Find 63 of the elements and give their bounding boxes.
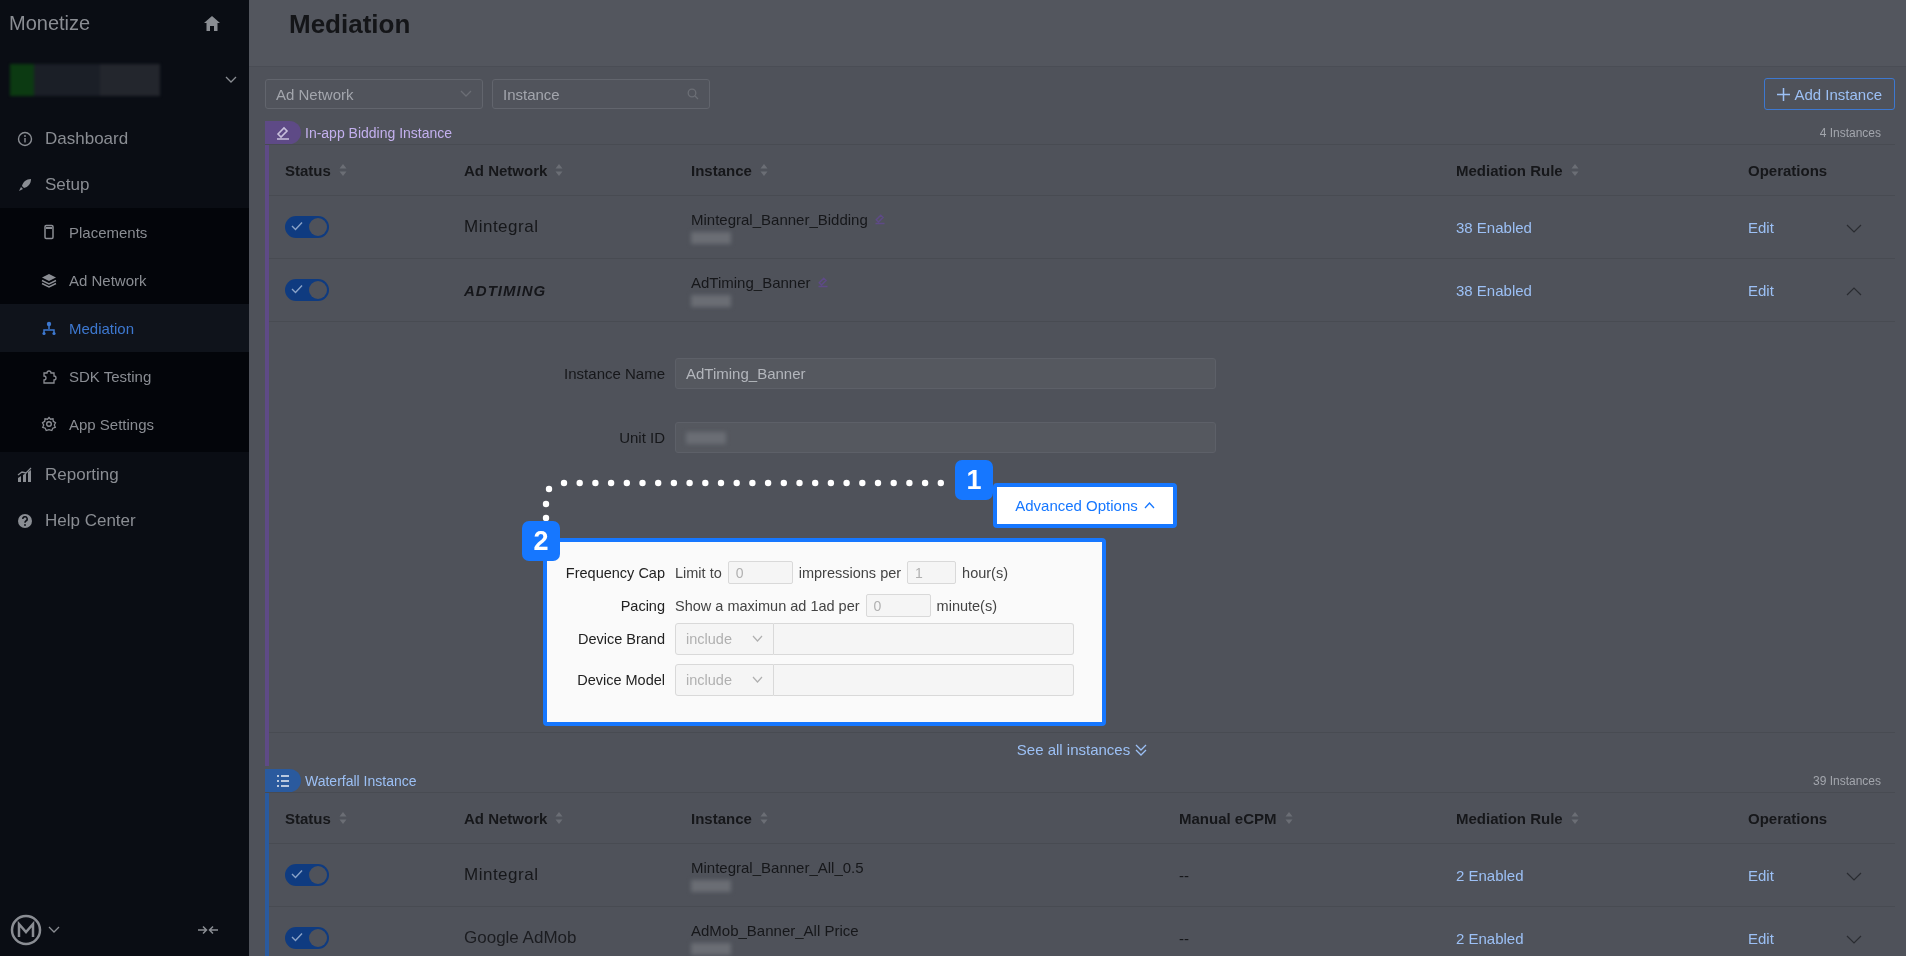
option-text: Show a maximun ad 1ad per	[675, 597, 860, 614]
option-label: Pacing	[619, 597, 665, 614]
ecpm-value: --	[1179, 929, 1189, 947]
mediation-rule-link[interactable]: 38 Enabled	[1456, 281, 1532, 299]
network-logo: Mintegral	[464, 217, 539, 236]
column-header[interactable]: Ad Network	[464, 809, 548, 827]
instance-search-field[interactable]: Instance	[492, 79, 710, 109]
nav-subitem[interactable]: App Settings	[0, 400, 249, 448]
option-label: Frequency Cap	[564, 564, 665, 581]
option-text: hour(s)	[962, 564, 1009, 581]
nav-item[interactable]: Setup	[0, 162, 249, 208]
instance-count: 39 Instances	[1812, 773, 1882, 788]
nav-subitem[interactable]: Mediation	[0, 304, 249, 352]
option-text: minute(s)	[936, 597, 997, 614]
column-header: Operations	[1748, 809, 1828, 827]
section-title: In-app Bidding Instance	[305, 124, 453, 141]
option-label: Device Brand	[576, 630, 665, 647]
option-label: Device Model	[576, 671, 665, 688]
instance-name: Mintegral_Banner_All_0.5	[691, 858, 864, 876]
field-label: Unit ID	[618, 429, 665, 446]
field-label: Instance Name	[563, 365, 665, 382]
instance-name: Mintegral_Banner_Bidding	[691, 210, 868, 228]
nav-item[interactable]: Reporting	[0, 452, 249, 498]
column-header[interactable]: Mediation Rule	[1456, 161, 1563, 179]
nav-subitem[interactable]: Placements	[0, 208, 249, 256]
column-header[interactable]: Status	[285, 161, 331, 179]
network-logo: ADTIMING	[464, 281, 547, 299]
column-header[interactable]: Instance	[691, 161, 752, 179]
ecpm-value: --	[1179, 866, 1189, 884]
mediation-rule-link[interactable]: 2 Enabled	[1456, 929, 1524, 947]
step-badge: 2	[522, 521, 560, 561]
edit-link[interactable]: Edit	[1748, 281, 1774, 299]
see-all-link[interactable]: See all instances	[1016, 741, 1148, 758]
section-title: Waterfall Instance	[305, 772, 417, 789]
instance-name: AdTiming_Banner	[691, 273, 811, 291]
step-badge: 1	[955, 460, 993, 500]
advanced-options-button[interactable]: Advanced Options	[993, 483, 1177, 528]
column-header[interactable]: Ad Network	[464, 161, 548, 179]
option-text: Limit to	[675, 564, 722, 581]
page-title: Mediation	[289, 8, 411, 40]
nav-item[interactable]: Dashboard	[0, 116, 249, 162]
column-header[interactable]: Status	[285, 809, 331, 827]
app-title: Monetize	[9, 11, 91, 35]
edit-link[interactable]: Edit	[1748, 866, 1774, 884]
nav-subitem[interactable]: SDK Testing	[0, 352, 249, 400]
column-header[interactable]: Manual eCPM	[1179, 809, 1277, 827]
add-instance-button[interactable]: Add Instance	[1764, 78, 1895, 110]
option-text: impressions per	[798, 564, 902, 581]
instance-count: 4 Instances	[1819, 125, 1882, 140]
column-header[interactable]: Instance	[691, 809, 752, 827]
text-field: AdTiming_Banner	[675, 358, 1216, 389]
nav-subitem[interactable]: Ad Network	[0, 256, 249, 304]
nav-item[interactable]: Help Center	[0, 498, 249, 544]
instance-name: AdMob_Banner_All Price	[691, 921, 859, 939]
mediation-rule-link[interactable]: 38 Enabled	[1456, 218, 1532, 236]
network-logo: Google AdMob	[464, 928, 577, 947]
edit-link[interactable]: Edit	[1748, 929, 1774, 947]
network-logo: Mintegral	[464, 865, 539, 884]
mediation-rule-link[interactable]: 2 Enabled	[1456, 866, 1524, 884]
column-header[interactable]: Mediation Rule	[1456, 809, 1563, 827]
ad-network-dropdown[interactable]: Ad Network	[265, 79, 483, 109]
column-header: Operations	[1748, 161, 1828, 179]
edit-link[interactable]: Edit	[1748, 218, 1774, 236]
